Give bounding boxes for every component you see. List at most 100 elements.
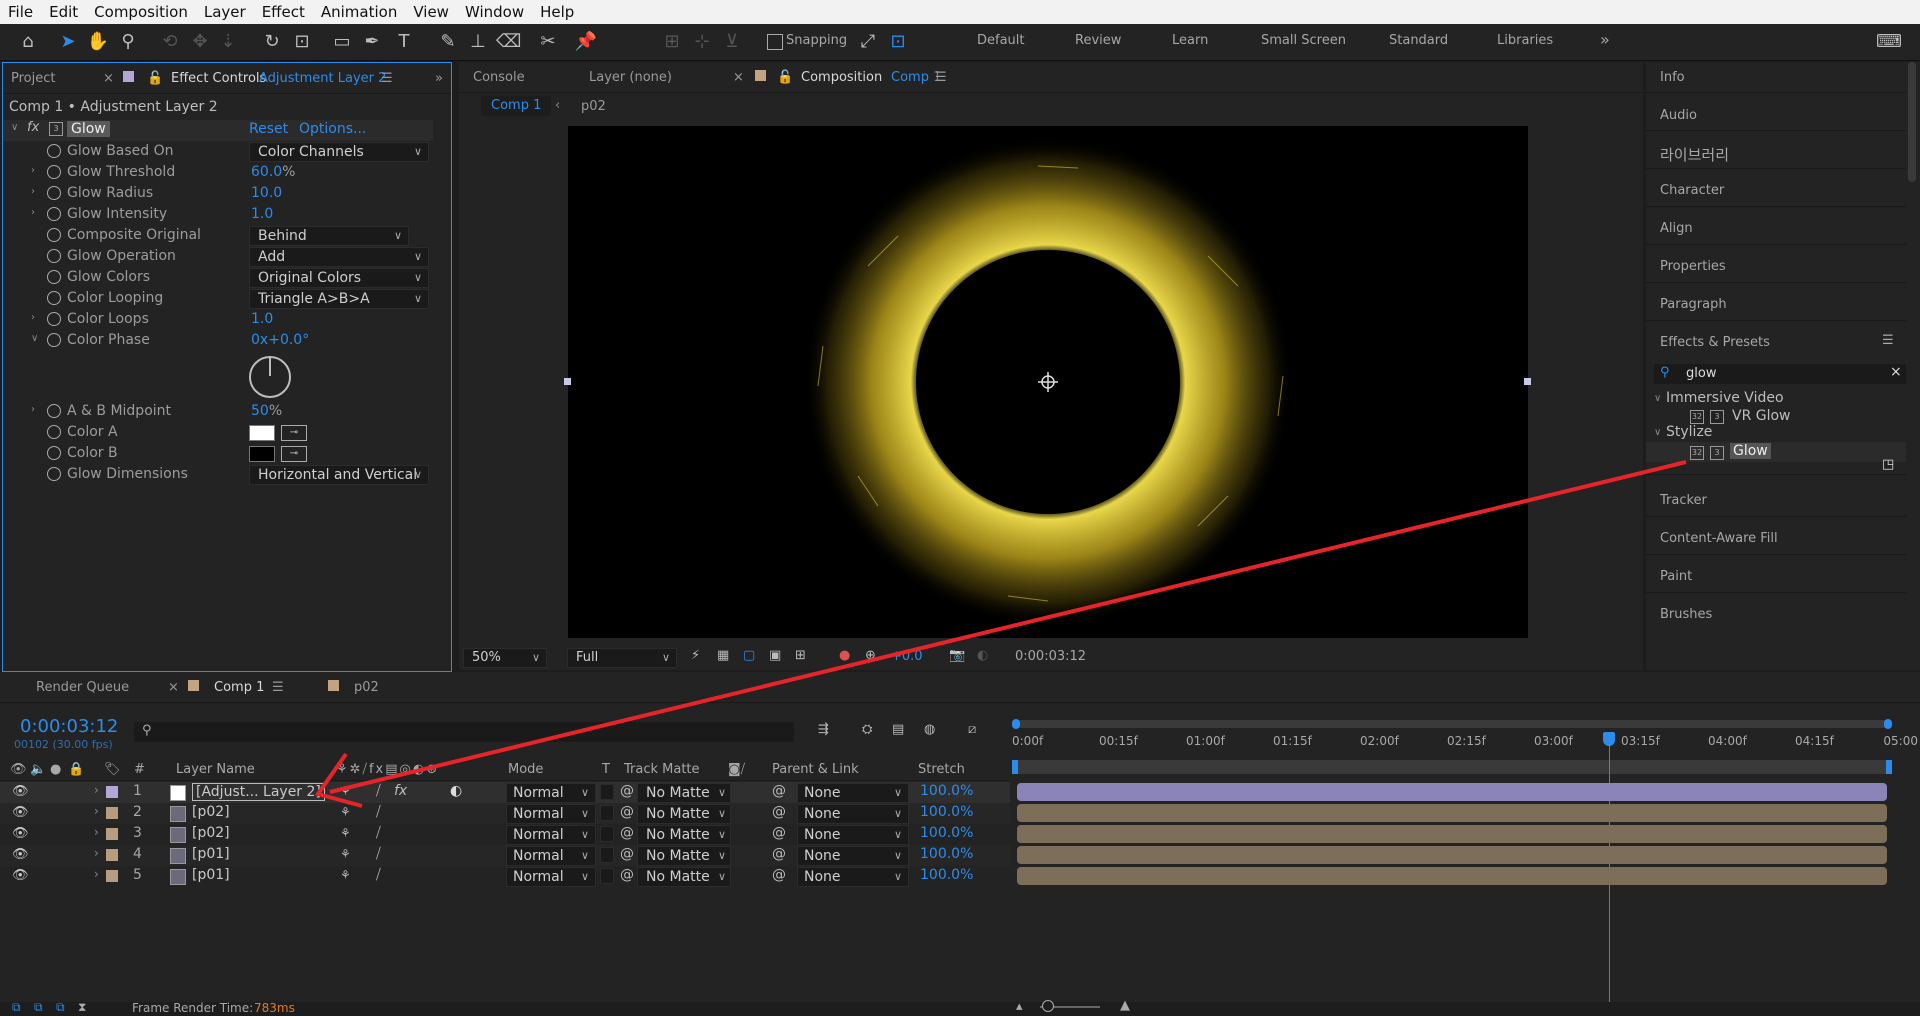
layer-row[interactable]: 👁 › 4 [p01] ⚘ ⧸ Normal ∨ @ No Matte ∨ @ None ∨ 100.0% [0,845,1010,866]
label-color-swatch[interactable] [106,870,118,882]
label-color-swatch[interactable] [106,786,118,798]
tab-effect-controls[interactable]: Effect Controls [171,71,266,86]
stopwatch-icon[interactable] [47,425,61,439]
menu-view[interactable]: View [405,0,457,24]
matte-pickwhip-icon[interactable]: @ [620,846,634,862]
glow-operation-dropdown[interactable]: Add ∨ [249,247,429,267]
layer-handle-right[interactable] [1524,378,1531,385]
brush-tool-icon[interactable]: ✎ [436,30,460,54]
snapping-checkbox[interactable] [767,34,783,50]
show-snapshot-icon[interactable]: ◐ [977,648,988,663]
effects-search-field[interactable]: ⚲ glow × [1654,364,1906,384]
pan-behind-tool-icon[interactable]: ⊡ [290,30,314,54]
blend-mode-dropdown[interactable]: Normal ∨ [506,867,596,887]
viewer-timecode[interactable]: 0:00:03:12 [1015,649,1086,664]
new-bin-icon[interactable]: ◳ [1882,457,1894,472]
layer-row[interactable]: 👁 › 3 [p02] ⚘ ⧸ Normal ∨ @ No Matte ∨ @ None ∨ 100.0% [0,824,1010,845]
panel-effects-presets[interactable]: Effects & Presets [1660,335,1770,350]
stretch-value[interactable]: 100.0% [920,804,973,820]
align-view-axis-icon[interactable]: ⊻ [720,30,744,54]
panel-character[interactable]: Character [1660,183,1724,198]
layer-name[interactable]: [p01] [192,867,230,883]
matte-pickwhip-icon[interactable]: @ [620,825,634,841]
fx-switch-icon[interactable]: fx [394,783,407,799]
menu-composition[interactable]: Composition [86,0,196,24]
snap-target-icon[interactable]: ⊡ [886,30,910,54]
category-stylize[interactable]: Stylize [1666,424,1712,440]
hand-tool-icon[interactable]: ✋ [86,30,110,54]
clear-search-icon[interactable]: × [1890,364,1902,380]
track-matte-dropdown[interactable]: No Matte ∨ [637,846,731,866]
align-world-axis-icon[interactable]: ⊹ [690,30,714,54]
playhead-handle[interactable] [1603,732,1615,746]
panel-menu-icon[interactable]: ☰ [381,71,393,86]
quality-switch-icon[interactable]: ⧸ [376,783,381,799]
layer-duration-bar[interactable] [1017,804,1887,822]
navigator-end-handle[interactable] [1884,719,1892,729]
chevron-right-icon[interactable]: › [94,783,99,797]
search-value[interactable]: glow [1686,366,1716,381]
preserve-transparency-toggle[interactable] [600,805,614,821]
quality-switch-icon[interactable]: ⧸ [376,804,381,820]
motion-blur-icon[interactable]: ◍ [924,722,935,737]
effect-reset-link[interactable]: Reset [249,121,288,137]
track-matte-dropdown[interactable]: No Matte ∨ [637,804,731,824]
shy-switch-icon[interactable]: ⚘ [340,847,351,861]
stopwatch-icon[interactable] [47,291,61,305]
panel-menu-icon[interactable]: ☰ [272,680,284,695]
glow-intensity-value[interactable]: 1.0 [251,206,273,222]
tab-timeline-comp[interactable]: Comp 1 [214,680,264,695]
chevron-right-icon[interactable]: › [31,186,35,197]
toggle-switches-icon[interactable]: ⧉ [12,1000,21,1015]
work-area-end[interactable] [1886,760,1892,774]
breadcrumb-child[interactable]: p02 [581,99,606,114]
color-b-swatch[interactable] [249,446,275,462]
shy-switch-icon[interactable]: ⚘ [340,868,351,882]
eye-icon[interactable]: 👁 [12,805,29,820]
color-a-swatch[interactable] [249,425,275,441]
prop-value[interactable]: 0 [251,332,260,348]
stopwatch-icon[interactable] [47,144,61,158]
chevron-right-icon[interactable]: › [31,312,35,323]
eraser-tool-icon[interactable]: ⌫ [496,30,521,54]
comp-breadcrumb[interactable]: Comp 1 [481,96,552,116]
track-matte-dropdown[interactable]: No Matte ∨ [637,867,731,887]
adjustment-switch-icon[interactable]: ◐ [450,783,462,799]
close-icon[interactable]: × [168,680,179,695]
layer-row[interactable]: 👁 › 5 [p01] ⚘ ⧸ Normal ∨ @ No Matte ∨ @ None ∨ 100.0% [0,866,1010,887]
stopwatch-icon[interactable] [47,446,61,460]
preserve-transparency-toggle[interactable] [600,868,614,884]
layer-name[interactable]: [p01] [192,846,230,862]
workspace-standard[interactable]: Standard [1389,33,1448,48]
right-panel-scrollbar[interactable] [1908,62,1916,182]
category-immersive-video[interactable]: Immersive Video [1666,390,1784,406]
composition-mini-flowchart-icon[interactable]: ⇶ [818,722,829,737]
tab-timeline-p02[interactable]: p02 [354,680,379,695]
preserve-transparency-toggle[interactable] [600,784,614,800]
menu-window[interactable]: Window [457,0,532,24]
work-area-bar[interactable] [1012,760,1892,774]
composition-canvas[interactable] [568,126,1528,638]
breadcrumb-comp[interactable]: Comp 1 [491,98,541,113]
parent-pickwhip-icon[interactable]: @ [772,804,786,820]
chevron-right-icon[interactable]: › [94,846,99,860]
workspace-more-icon[interactable]: » [1600,30,1610,49]
stopwatch-icon[interactable] [47,249,61,263]
track-matte-dropdown[interactable]: No Matte ∨ [637,783,731,803]
workspace-review[interactable]: Review [1075,33,1121,48]
dolly-camera-icon[interactable]: ⇣ [216,30,240,54]
layer-row[interactable]: 👁 › 2 [p02] ⚘ ⧸ Normal ∨ @ No Matte ∨ @ None ∨ 100.0% [0,803,1010,824]
stopwatch-icon[interactable] [47,186,61,200]
workspace-default[interactable]: Default [977,33,1025,48]
blend-mode-dropdown[interactable]: Normal ∨ [506,783,596,803]
tab-layer[interactable]: Layer (none) [589,70,672,85]
matte-pickwhip-icon[interactable]: @ [620,867,634,883]
stretch-value[interactable]: 100.0% [920,783,973,799]
toggle-in-out-icon[interactable]: ⧉ [56,1000,65,1015]
menu-effect[interactable]: Effect [254,0,313,24]
preserve-transparency-toggle[interactable] [600,826,614,842]
frame-blending-icon[interactable]: ▤ [892,722,904,737]
current-timecode[interactable]: 0:00:03:12 [20,716,118,737]
parent-dropdown[interactable]: None ∨ [797,804,909,824]
toggle-render-time-icon[interactable]: ⧗ [78,1000,86,1015]
